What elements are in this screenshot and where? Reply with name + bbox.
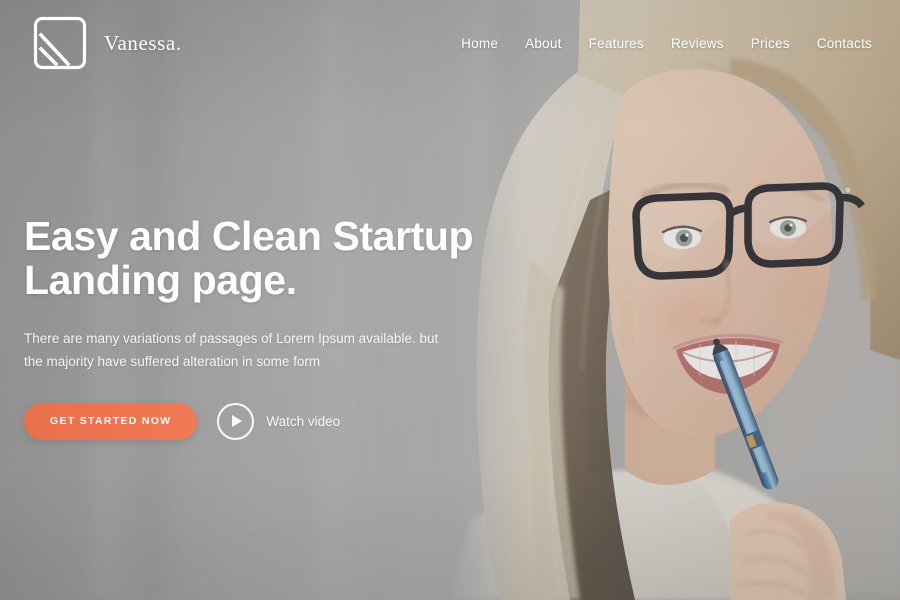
hero-headline-line2: Landing page.	[24, 257, 297, 304]
nav-item-home[interactable]: Home	[461, 36, 498, 51]
nav-item-about[interactable]: About	[525, 36, 562, 51]
hero-subcopy-line1: There are many variations of passages of…	[24, 330, 439, 346]
nav-item-reviews[interactable]: Reviews	[671, 36, 724, 51]
brand-logo[interactable]: Vanessa.	[32, 15, 182, 71]
hero-subcopy-line2: the majority have suffered alteration in…	[24, 353, 321, 369]
hero-section: Vanessa. Home About Features Reviews Pri…	[0, 0, 900, 600]
hero-actions: GET STARTED NOW Watch video	[24, 402, 494, 440]
watch-video-label: Watch video	[266, 413, 341, 429]
play-icon	[217, 402, 255, 440]
watch-video-link[interactable]: Watch video	[217, 402, 341, 440]
brand-name: Vanessa.	[104, 30, 182, 55]
main-navigation: Home About Features Reviews Prices Conta…	[461, 36, 872, 51]
hero-headline: Easy and Clean Startup Landing page.	[24, 214, 494, 303]
nav-item-contacts[interactable]: Contacts	[817, 36, 872, 51]
play-triangle-icon	[232, 415, 243, 428]
hero-copy: Easy and Clean Startup Landing page. The…	[24, 214, 494, 440]
get-started-button[interactable]: GET STARTED NOW	[24, 402, 198, 440]
site-header: Vanessa. Home About Features Reviews Pri…	[0, 0, 900, 86]
square-diagonal-stripes-logo-icon	[33, 16, 87, 70]
nav-item-features[interactable]: Features	[589, 36, 644, 51]
hero-subcopy: There are many variations of passages of…	[24, 327, 444, 373]
hero-headline-line1: Easy and Clean Startup	[24, 213, 474, 259]
nav-item-prices[interactable]: Prices	[751, 36, 790, 51]
